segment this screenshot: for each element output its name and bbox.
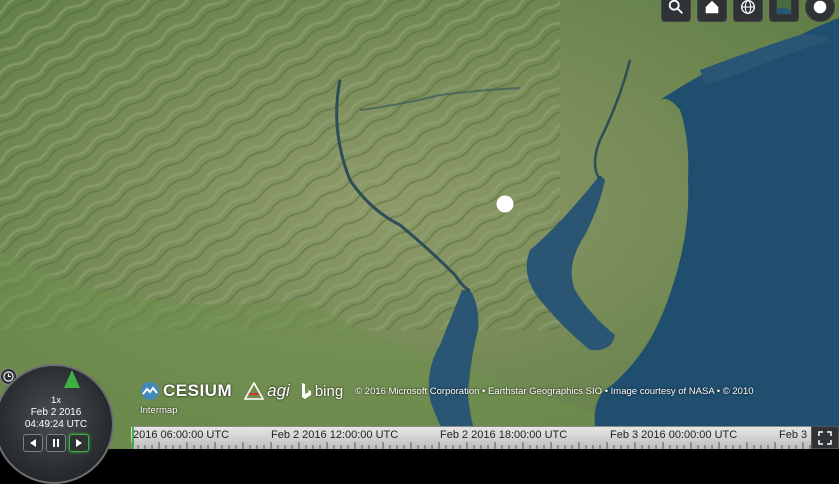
base-layer-picker-button[interactable] (769, 0, 799, 22)
search-icon (668, 0, 683, 14)
bing-logo-text: bing (314, 382, 344, 400)
toolbar (661, 0, 835, 22)
pause-button[interactable] (46, 434, 66, 452)
location-marker[interactable] (496, 195, 514, 213)
cesium-mark-icon (141, 382, 159, 400)
pause-icon (53, 439, 59, 447)
fullscreen-button[interactable] (811, 426, 839, 449)
play-reverse-button[interactable] (23, 434, 43, 452)
cesium-logo[interactable]: CESIUM (140, 381, 232, 401)
animation-buttons (23, 434, 89, 452)
play-forward-button[interactable] (69, 434, 89, 452)
timeline-label: Feb 3 (779, 429, 808, 441)
imagery-thumbnail-icon (776, 0, 792, 15)
animation-speed: 1x (50, 395, 62, 406)
bing-mark-icon (301, 383, 311, 399)
imagery-attribution: © 2016 Microsoft Corporation • Earthstar… (355, 385, 754, 397)
timeline-needle[interactable] (132, 427, 134, 449)
play-reverse-icon (30, 439, 36, 447)
timeline-label: Feb 2 2016 18:00:00 UTC (440, 429, 568, 441)
timeline-ticks (131, 442, 811, 449)
timeline-label: 2016 06:00:00 UTC (133, 429, 230, 441)
home-icon (705, 0, 719, 14)
credits-container: CESIUM agi bing © 2016 Microsoft Corpora… (140, 381, 800, 416)
scene-mode-button[interactable] (733, 0, 763, 22)
play-forward-icon (76, 439, 82, 447)
timeline-label: Feb 2 2016 12:00:00 UTC (271, 429, 399, 441)
shuttle-ring-needle[interactable] (63, 370, 81, 390)
intermap-credit: Intermap (140, 405, 178, 416)
geocoder-search-button[interactable] (661, 0, 691, 22)
bing-logo[interactable]: bing (300, 382, 343, 400)
agi-logo[interactable]: agi (244, 381, 290, 401)
help-button[interactable] (805, 0, 835, 22)
agi-logo-text: agi (267, 381, 290, 400)
animation-time: 04:49:24 UTC (24, 419, 88, 430)
help-icon (813, 0, 827, 14)
globe-icon (741, 0, 755, 14)
agi-mark-icon (244, 382, 265, 400)
fullscreen-icon (818, 430, 832, 445)
timeline-label: Feb 3 2016 00:00:00 UTC (610, 429, 738, 441)
animation-date: Feb 2 2016 (30, 407, 82, 418)
timeline[interactable]: 2016 06:00:00 UTC Feb 2 2016 12:00:00 UT… (131, 426, 811, 449)
animation-widget[interactable]: 1x Feb 2 2016 04:49:24 UTC (0, 364, 114, 484)
home-button[interactable] (697, 0, 727, 22)
cesium-logo-text: CESIUM (163, 381, 233, 400)
